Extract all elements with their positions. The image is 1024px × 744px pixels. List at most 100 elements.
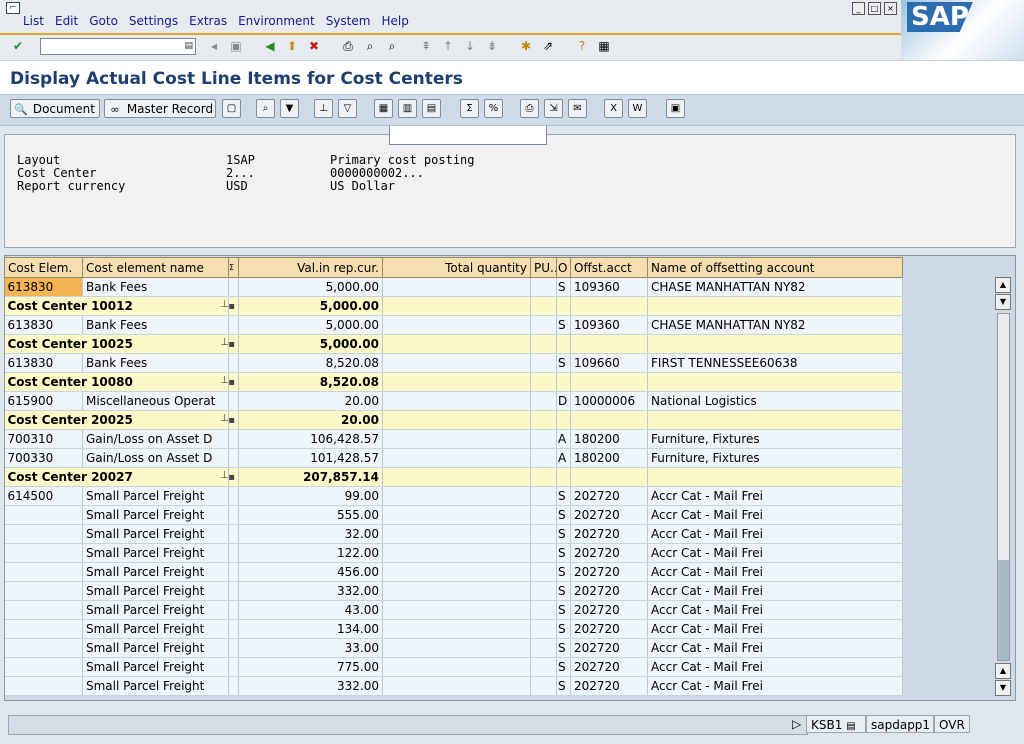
subtotal-row[interactable]: Cost Center 10080 ⊥ ▪ 8,520.08 bbox=[4, 372, 903, 392]
col-sum[interactable]: Σ bbox=[228, 257, 239, 278]
find-next-icon[interactable]: ⌕ bbox=[384, 38, 400, 54]
table-row[interactable]: Small Parcel Freight 122.00 S 202720 Accr Ca… bbox=[4, 543, 903, 563]
cell-o bbox=[556, 410, 571, 430]
last-page-icon[interactable]: ⇟ bbox=[484, 38, 500, 54]
scroll-bottom-icon[interactable]: ▼ bbox=[995, 680, 1011, 696]
close-window-icon[interactable]: × bbox=[884, 2, 897, 15]
export-icon[interactable]: ⇲ bbox=[544, 99, 563, 118]
table-row[interactable]: 613830 Bank Fees 5,000.00 S 109360 CHASE MANH… bbox=[4, 315, 903, 335]
word-icon[interactable]: W bbox=[628, 99, 647, 118]
table-row[interactable]: Small Parcel Freight 134.00 S 202720 Accr Ca… bbox=[4, 619, 903, 639]
first-page-icon[interactable]: ⇞ bbox=[418, 38, 434, 54]
subtotal-row[interactable]: Cost Center 10012 ⊥ ▪ 5,000.00 bbox=[4, 296, 903, 316]
table-row[interactable]: 614500 Small Parcel Freight 99.00 S 202720 Ac… bbox=[4, 486, 903, 506]
subtotal-row[interactable]: Cost Center 20025 ⊥ ▪ 20.00 bbox=[4, 410, 903, 430]
col-cost-elem[interactable]: Cost Elem. bbox=[4, 257, 83, 278]
menu-list[interactable]: List bbox=[23, 14, 44, 28]
back-arrow-icon[interactable]: ◂ bbox=[206, 38, 222, 54]
menu-environment[interactable]: Environment bbox=[238, 14, 315, 28]
table-row[interactable]: Small Parcel Freight 33.00 S 202720 Accr Cat… bbox=[4, 638, 903, 658]
table-row[interactable]: Small Parcel Freight 775.00 S 202720 Accr Ca… bbox=[4, 657, 903, 677]
master-record-button[interactable]: ∞ Master Record bbox=[104, 99, 216, 118]
status-mode[interactable]: OVR bbox=[934, 715, 970, 733]
layout-icon[interactable]: ▣ bbox=[666, 99, 685, 118]
document-button[interactable]: 🔍 Document bbox=[10, 99, 100, 118]
cell-cost-elem-name: Small Parcel Freight bbox=[82, 581, 229, 601]
command-history-icon[interactable]: ▤ bbox=[184, 41, 193, 51]
col-offset-name[interactable]: Name of offsetting account bbox=[647, 257, 903, 278]
layout-menu-icon[interactable]: ▦ bbox=[596, 38, 612, 54]
cell-sum bbox=[228, 448, 239, 468]
menu-settings[interactable]: Settings bbox=[129, 14, 178, 28]
table-row[interactable]: 700330 Gain/Loss on Asset D 101,428.57 A 180… bbox=[4, 448, 903, 468]
columns-icon[interactable]: ▥ bbox=[398, 99, 417, 118]
find-icon-2[interactable]: ⌕ bbox=[256, 99, 275, 118]
table-row[interactable]: Small Parcel Freight 32.00 S 202720 Accr Cat… bbox=[4, 524, 903, 544]
window-menu-icon[interactable]: ⌐ bbox=[6, 2, 20, 14]
vertical-scrollbar[interactable]: ▲ ▼ ▲ ▼ bbox=[995, 277, 1011, 697]
col-offset-acct[interactable]: Offst.acct bbox=[570, 257, 648, 278]
help-icon[interactable]: ? bbox=[574, 38, 590, 54]
scroll-top-icon[interactable]: ▲ bbox=[995, 277, 1011, 293]
exit-icon[interactable]: ⬆ bbox=[284, 38, 300, 54]
menu-edit[interactable]: Edit bbox=[55, 14, 78, 28]
command-field[interactable]: ▤ bbox=[40, 38, 196, 55]
table-row[interactable]: 613830 Bank Fees 5,000.00 S 109360 CHASE MANH… bbox=[4, 277, 903, 297]
new-session-icon[interactable]: ✱ bbox=[518, 38, 534, 54]
subtotal-row[interactable]: Cost Center 20027 ⊥ ▪ 207,857.14 bbox=[4, 467, 903, 487]
next-page-icon[interactable]: ↓ bbox=[462, 38, 478, 54]
table-row[interactable]: 700310 Gain/Loss on Asset D 106,428.57 A 180… bbox=[4, 429, 903, 449]
col-pu[interactable]: PU... bbox=[530, 257, 557, 278]
maximize-icon[interactable]: □ bbox=[868, 2, 881, 15]
scroll-thumb[interactable] bbox=[998, 560, 1009, 660]
command-input[interactable] bbox=[41, 40, 181, 54]
subtotal-row[interactable]: Cost Center 10025 ⊥ ▪ 5,000.00 bbox=[4, 334, 903, 354]
send-icon[interactable]: ✉ bbox=[568, 99, 587, 118]
scroll-down-icon[interactable]: ▲ bbox=[995, 663, 1011, 679]
enter-icon[interactable]: ✔ bbox=[10, 38, 26, 54]
menu-system[interactable]: System bbox=[326, 14, 371, 28]
print-icon[interactable]: ⎙ bbox=[340, 38, 356, 54]
table-row[interactable]: Small Parcel Freight 332.00 S 202720 Accr Ca… bbox=[4, 581, 903, 601]
cancel-icon[interactable]: ✖ bbox=[306, 38, 322, 54]
rows-icon[interactable]: ▤ bbox=[422, 99, 441, 118]
filter-icon[interactable]: ▼ bbox=[280, 99, 299, 118]
grid-icon[interactable]: ▦ bbox=[374, 99, 393, 118]
table-row[interactable]: Small Parcel Freight 456.00 S 202720 Accr Ca… bbox=[4, 562, 903, 582]
cell-acct bbox=[570, 334, 648, 354]
cell-offset-name: CHASE MANHATTAN NY82 bbox=[647, 277, 903, 297]
status-toggle-icon[interactable]: ▷ bbox=[788, 715, 806, 733]
menu-goto[interactable]: Goto bbox=[89, 14, 118, 28]
panel-toggle[interactable] bbox=[389, 126, 547, 145]
table-row[interactable]: 613830 Bank Fees 8,520.08 S 109660 FIRST TENN… bbox=[4, 353, 903, 373]
subtotals-icon[interactable]: % bbox=[484, 99, 503, 118]
table-row[interactable]: Small Parcel Freight 43.00 S 202720 Accr Cat… bbox=[4, 600, 903, 620]
menu-extras[interactable]: Extras bbox=[189, 14, 227, 28]
sum-icon[interactable]: Σ bbox=[460, 99, 479, 118]
back-icon[interactable]: ◀ bbox=[262, 38, 278, 54]
table-row[interactable]: 615900 Miscellaneous Operat 20.00 D 10000006… bbox=[4, 391, 903, 411]
save-icon[interactable]: ▣ bbox=[228, 38, 244, 54]
col-quantity[interactable]: Total quantity bbox=[382, 257, 531, 278]
transaction-list-icon[interactable]: ▤ bbox=[846, 721, 855, 732]
previous-page-icon[interactable]: ↑ bbox=[440, 38, 456, 54]
shortcut-icon[interactable]: ⇗ bbox=[540, 38, 556, 54]
col-cost-elem-name[interactable]: Cost element name bbox=[82, 257, 229, 278]
minimize-icon[interactable]: _ bbox=[852, 2, 865, 15]
header-layout-value: 1SAP bbox=[226, 153, 255, 167]
table-row[interactable]: Small Parcel Freight 332.00 S 202720 Accr Ca… bbox=[4, 676, 903, 696]
print-preview-icon[interactable]: ⎙ bbox=[520, 99, 539, 118]
col-value[interactable]: Val.in rep.cur. bbox=[238, 257, 383, 278]
details-icon[interactable]: ▢ bbox=[222, 99, 241, 118]
document-label: Document bbox=[32, 102, 95, 116]
title-area: Display Actual Cost Line Items for Cost … bbox=[0, 60, 1024, 95]
scroll-track[interactable] bbox=[997, 313, 1010, 661]
scroll-up-icon[interactable]: ▼ bbox=[995, 294, 1011, 310]
col-o[interactable]: O bbox=[556, 257, 571, 278]
find-icon[interactable]: ⌕ bbox=[362, 38, 378, 54]
excel-icon[interactable]: X bbox=[604, 99, 623, 118]
table-row[interactable]: Small Parcel Freight 555.00 S 202720 Accr Ca… bbox=[4, 505, 903, 525]
menu-help[interactable]: Help bbox=[381, 14, 408, 28]
filter-set-icon[interactable]: ▽ bbox=[338, 99, 357, 118]
subtotal-icon[interactable]: ⊥ bbox=[314, 99, 333, 118]
